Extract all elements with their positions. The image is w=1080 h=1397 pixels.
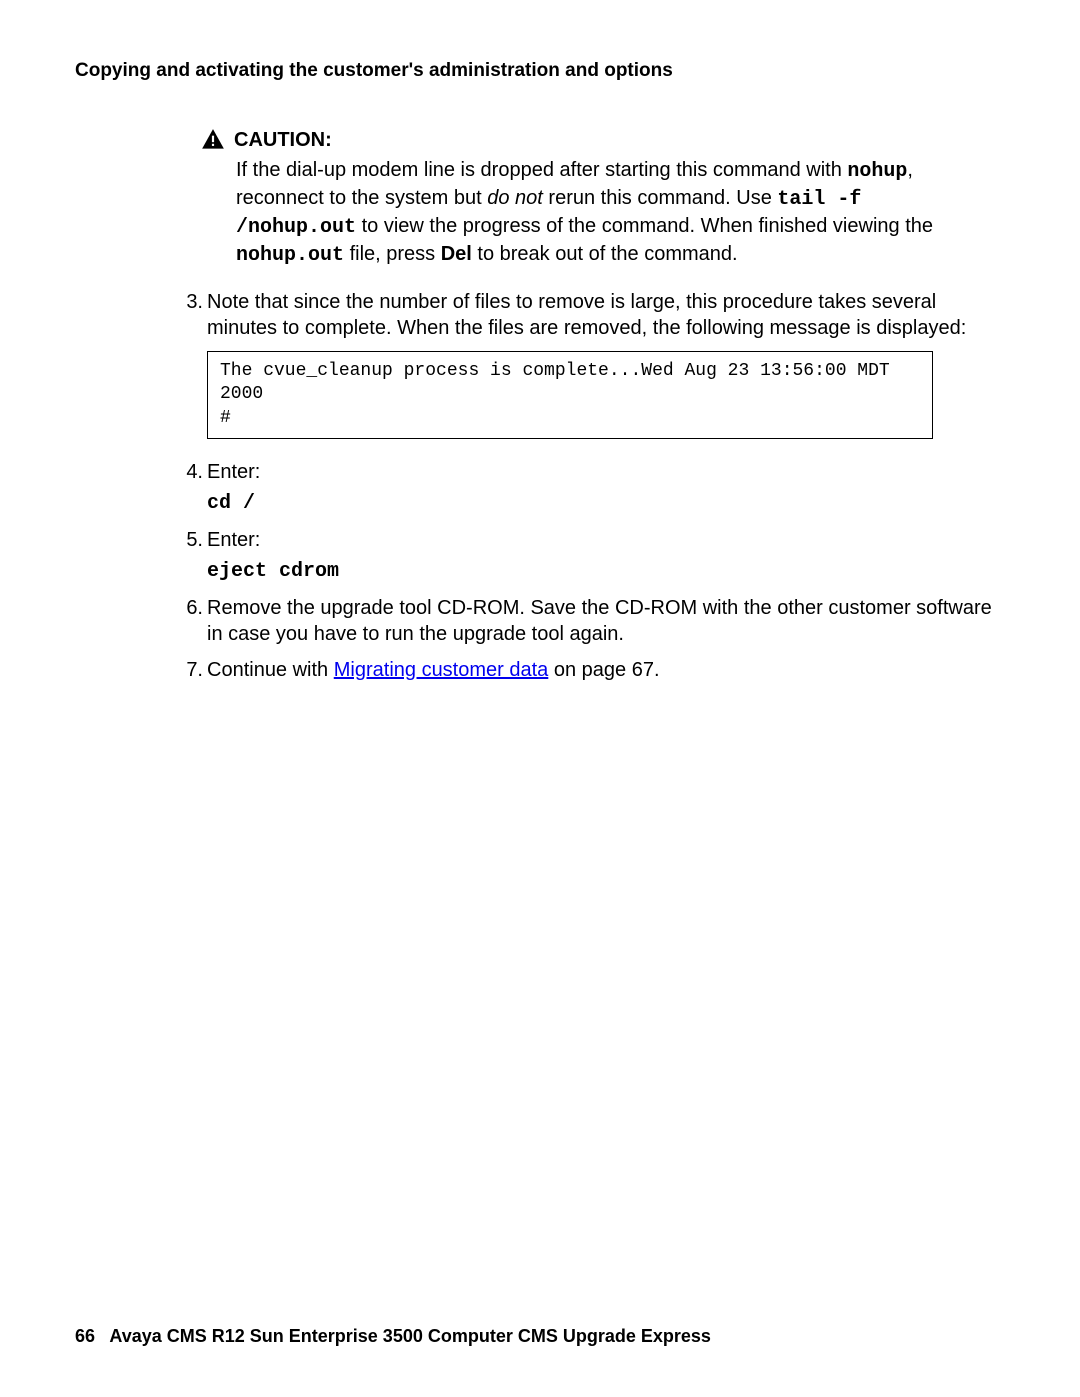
step-text: Enter: [207,529,260,551]
step-text: Note that since the number of files to r… [207,291,966,339]
caution-em: do not [487,187,543,209]
step-text: Continue with [207,659,334,681]
caution-block: CAUTION: If the dial-up modem line is dr… [200,127,975,269]
step-item: 6. Remove the upgrade tool CD-ROM. Save … [175,595,1005,647]
step-text: Remove the upgrade tool CD-ROM. Save the… [207,597,992,645]
step-list: 3. Note that since the number of files t… [175,289,1005,683]
caution-text: rerun this command. Use [543,187,778,209]
code-output: The cvue_cleanup process is complete...W… [207,351,933,439]
caution-cmd: nohup [847,160,907,183]
caution-body: If the dial-up modem line is dropped aft… [236,157,975,269]
step-number: 4. [175,459,203,517]
step-command: cd / [207,491,1005,517]
caution-cmd: nohup.out [236,244,344,267]
step-item: 4. Enter: cd / [175,459,1005,517]
document-page: Copying and activating the customer's ad… [0,0,1080,1397]
caution-text: to view the progress of the command. Whe… [356,215,933,237]
page-footer: 66 Avaya CMS R12 Sun Enterprise 3500 Com… [75,1326,711,1347]
step-number: 7. [175,657,203,683]
step-number: 6. [175,595,203,647]
caution-label: CAUTION: [234,129,332,152]
page-number: 66 [75,1326,95,1346]
caution-text: file, press [344,243,441,265]
step-text: Enter: [207,461,260,483]
step-text: on page 67. [548,659,659,681]
step-number: 3. [175,289,203,449]
caution-text: If the dial-up modem line is dropped aft… [236,159,847,181]
footer-title: Avaya CMS R12 Sun Enterprise 3500 Comput… [109,1326,711,1346]
step-item: 3. Note that since the number of files t… [175,289,1005,449]
caution-header: CAUTION: [200,127,975,153]
step-command: eject cdrom [207,559,1005,585]
page-header: Copying and activating the customer's ad… [75,60,1005,82]
caution-text: to break out of the command. [472,243,738,265]
caution-key: Del [441,243,472,265]
step-number: 5. [175,527,203,585]
step-item: 5. Enter: eject cdrom [175,527,1005,585]
step-item: 7. Continue with Migrating customer data… [175,657,1005,683]
warning-icon [200,127,226,153]
migrating-customer-data-link[interactable]: Migrating customer data [334,659,549,681]
